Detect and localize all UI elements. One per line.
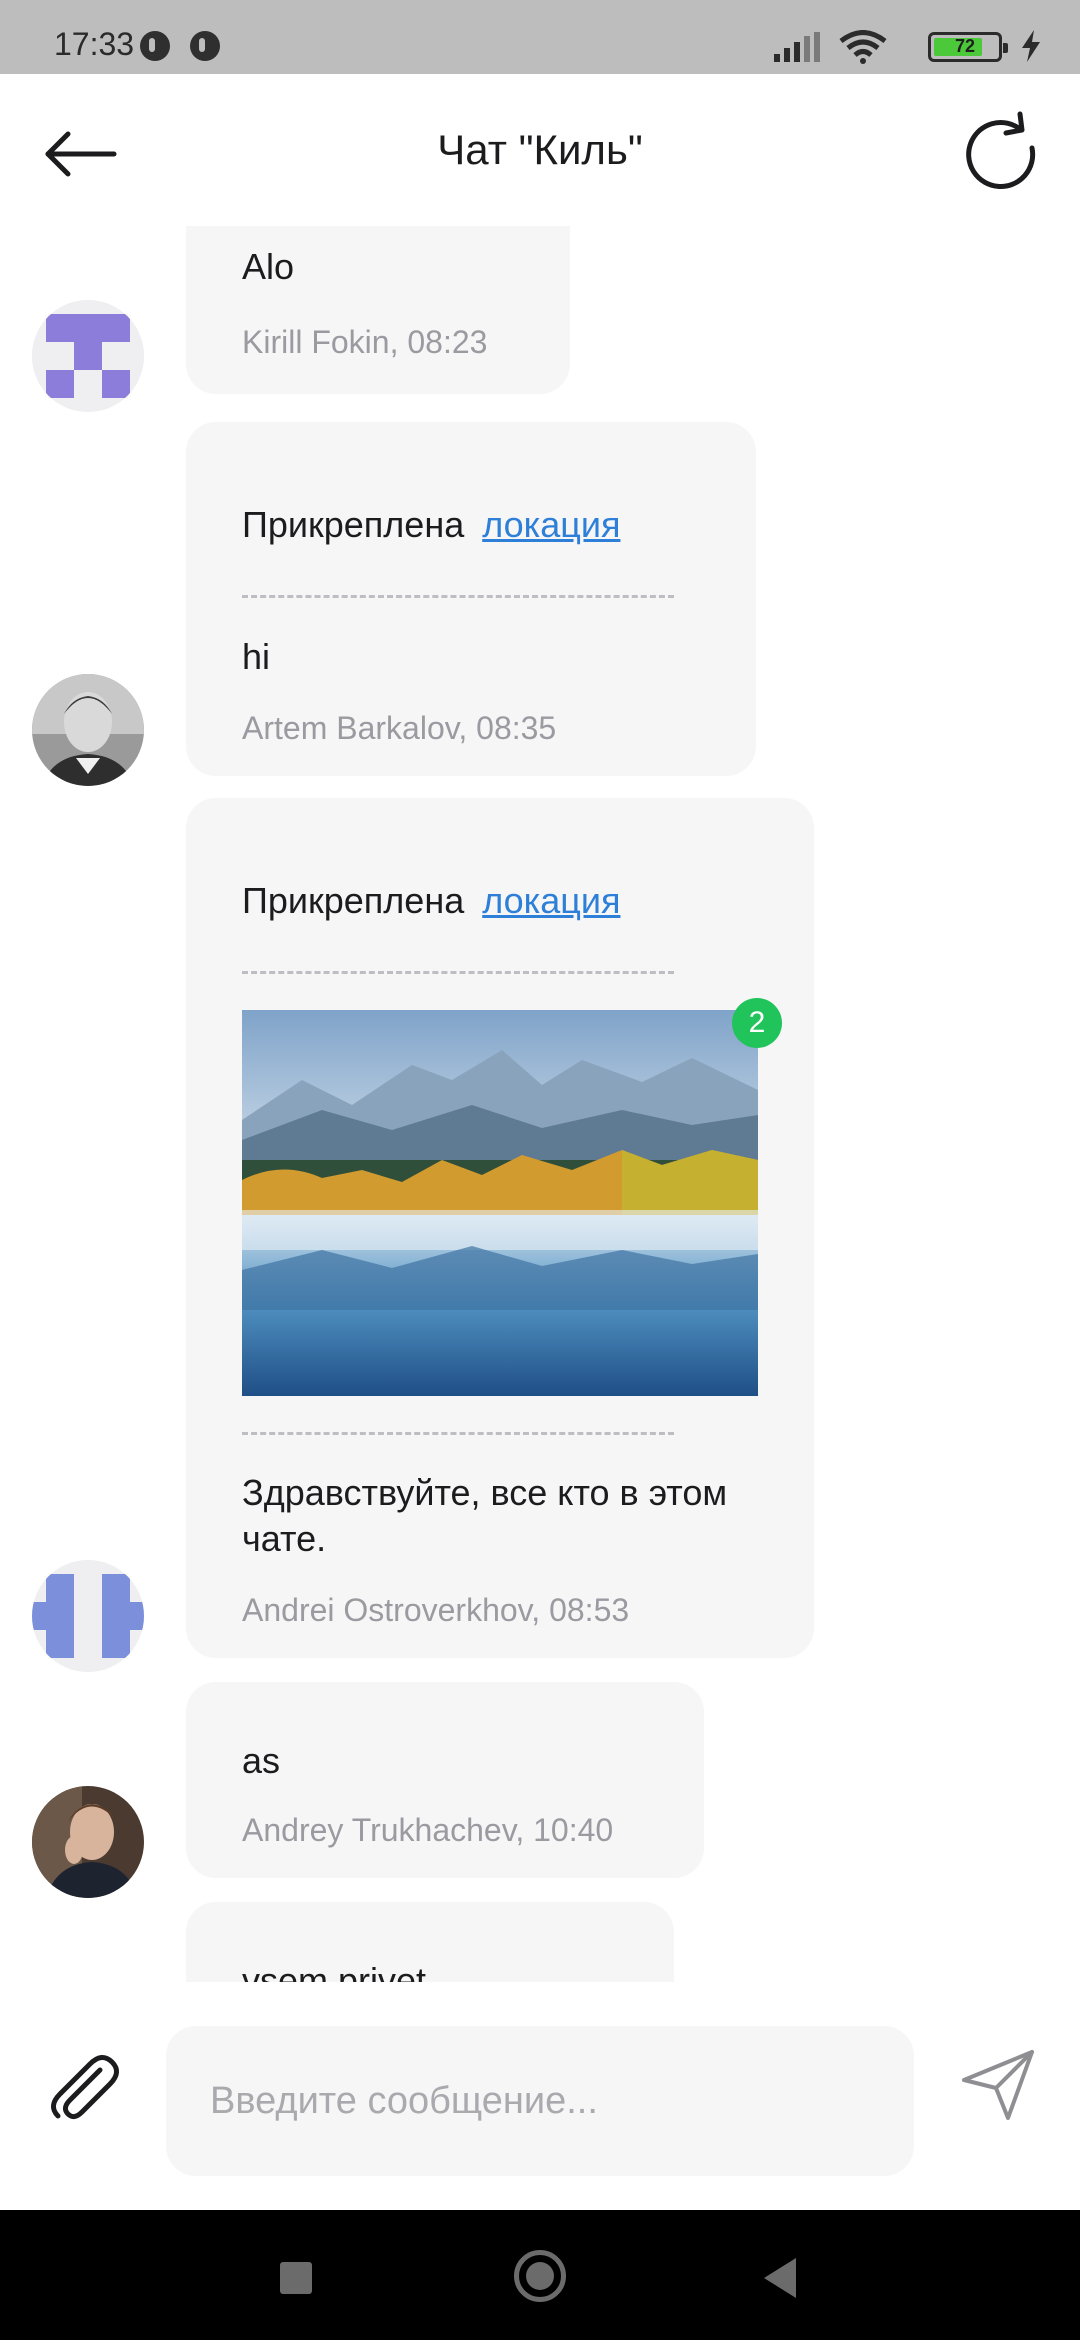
message-bubble[interactable]: as Andrey Trukhachev, 10:40	[186, 1682, 704, 1878]
signal-icon	[774, 32, 820, 62]
message-text: vsem privet	[242, 1960, 427, 1982]
dashed-divider	[242, 1432, 674, 1435]
status-bar: 17:33 72	[0, 0, 1080, 74]
attachment-line: Прикреплена локация	[242, 502, 620, 548]
message-meta: Andrei Ostroverkhov, 08:53	[242, 1592, 630, 1628]
message-bubble[interactable]: Прикреплена локация 2 Здравствуйте, все …	[186, 798, 814, 1658]
home-icon[interactable]	[514, 2250, 566, 2302]
avatar-andrey[interactable]	[32, 1786, 144, 1898]
refresh-icon[interactable]	[956, 110, 1046, 200]
photo-count-badge: 2	[732, 998, 782, 1048]
message-text: Alo	[242, 246, 295, 287]
avatar-andrei[interactable]	[32, 1560, 144, 1672]
message-list[interactable]: Alo Kirill Fokin, 08:23 Прикреплена локац…	[0, 226, 1080, 1982]
user-photo	[32, 674, 144, 786]
system-nav-bar	[0, 2210, 1080, 2340]
app-notification-icon	[140, 31, 170, 61]
dashed-divider	[242, 971, 674, 974]
attachment-line: Прикреплена локация	[242, 878, 620, 924]
identicon-avatar	[32, 1560, 144, 1672]
charging-icon	[1022, 30, 1040, 62]
wifi-icon	[839, 30, 887, 64]
message-composer	[0, 1982, 1080, 2210]
message-text: hi	[242, 636, 271, 677]
message-bubble[interactable]: Alo Kirill Fokin, 08:23	[186, 226, 570, 394]
attachment-label: Прикреплена	[242, 504, 465, 545]
message-meta: Andrey Trukhachev, 10:40	[242, 1812, 614, 1848]
location-link[interactable]: локация	[482, 880, 620, 921]
user-photo	[32, 1786, 144, 1898]
message-meta: Kirill Fokin, 08:23	[242, 324, 488, 360]
message-meta: Artem Barkalov, 08:35	[242, 710, 557, 746]
attachment-label: Прикреплена	[242, 880, 465, 921]
dashed-divider	[242, 595, 674, 598]
location-link[interactable]: локация	[482, 504, 620, 545]
app-notification-icon	[190, 31, 220, 61]
message-text: as	[242, 1740, 281, 1781]
nav-back-icon[interactable]	[764, 2258, 796, 2298]
avatar-kirill[interactable]	[32, 300, 144, 412]
back-arrow-icon[interactable]	[34, 114, 124, 194]
photo-attachment[interactable]: 2	[242, 998, 782, 1396]
app-header: Чат "Киль"	[0, 74, 1080, 234]
battery-icon: 72	[928, 32, 1008, 62]
paperclip-icon[interactable]	[40, 2044, 124, 2128]
battery-level: 72	[954, 36, 976, 56]
photo-image	[242, 1010, 758, 1396]
message-bubble[interactable]: Прикреплена локация hi Artem Barkalov, 08…	[186, 422, 756, 776]
message-bubble[interactable]: vsem privet	[186, 1902, 674, 1982]
status-time: 17:33	[54, 26, 135, 62]
message-input[interactable]	[166, 2026, 914, 2176]
avatar-artem[interactable]	[32, 674, 144, 786]
recent-apps-icon[interactable]	[280, 2262, 312, 2294]
chat-title: Чат "Киль"	[437, 126, 643, 173]
send-icon[interactable]	[956, 2042, 1040, 2126]
identicon-avatar	[32, 300, 144, 412]
message-text: Здравствуйте, все кто в этом чате.	[242, 1472, 728, 1559]
